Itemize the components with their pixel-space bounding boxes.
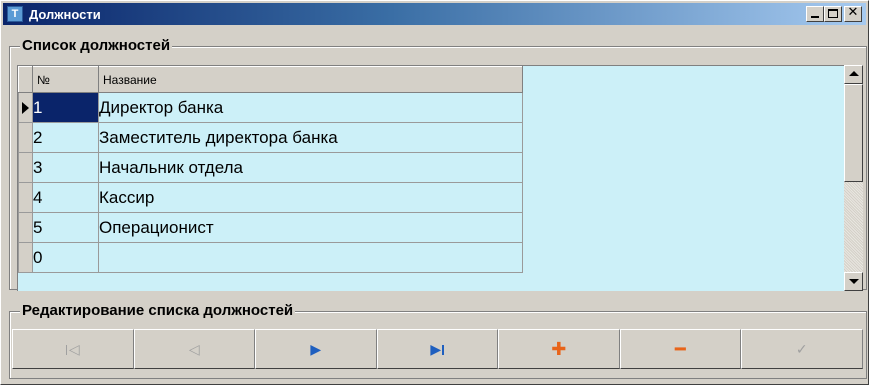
positions-list-title: Список должностей [20, 37, 173, 54]
delete-record-button[interactable]: ━ [619, 329, 741, 369]
cell-name[interactable]: Начальник отдела [98, 152, 523, 183]
close-button[interactable]: ✕ [844, 5, 862, 22]
table-row[interactable]: 4 Кассир [18, 182, 523, 213]
cell-number[interactable]: 0 [32, 242, 99, 273]
cell-name[interactable]: Директор банка [98, 92, 523, 123]
delete-record-icon: ━ [674, 339, 686, 359]
arrow-up-icon [849, 71, 859, 76]
title-bar[interactable]: T Должности ✕ [3, 3, 866, 25]
table-row[interactable]: 2 Заместитель директора банка [18, 122, 523, 153]
edit-list-title: Редактирование списка должностей [20, 302, 296, 319]
record-navigator: ◁ ◁ ▶ ▶ ✚ ━ ✓ [12, 329, 863, 369]
cell-number[interactable]: 5 [32, 212, 99, 243]
cell-name[interactable]: Операционист [98, 212, 523, 243]
maximize-icon [828, 9, 838, 18]
row-indicator [18, 122, 33, 153]
cell-name[interactable]: Кассир [98, 182, 523, 213]
row-indicator [18, 212, 33, 243]
cell-number[interactable]: 2 [32, 122, 99, 153]
positions-grid[interactable]: № Название 1 Директор банка 2 Заместител… [17, 65, 863, 291]
close-icon: ✕ [847, 5, 859, 20]
post-edit-button[interactable]: ✓ [741, 329, 863, 369]
scroll-down-button[interactable] [844, 272, 863, 291]
column-header-number[interactable]: № [32, 66, 99, 93]
vertical-scrollbar[interactable] [844, 65, 863, 291]
positions-window: T Должности ✕ Список должностей № Назван… [0, 0, 869, 385]
table-row[interactable]: 1 Директор банка [18, 92, 523, 123]
scroll-up-button[interactable] [844, 65, 863, 84]
first-record-button[interactable]: ◁ [12, 329, 134, 369]
cell-number[interactable]: 4 [32, 182, 99, 213]
scroll-thumb[interactable] [844, 84, 863, 182]
row-indicator [18, 152, 33, 183]
insert-record-button[interactable]: ✚ [498, 329, 620, 369]
arrow-down-icon [849, 279, 859, 284]
maximize-button[interactable] [824, 6, 842, 22]
first-record-icon: ◁ [65, 342, 80, 356]
cell-number[interactable]: 1 [32, 92, 99, 123]
app-icon: T [7, 6, 23, 22]
minimize-button[interactable] [806, 6, 824, 22]
next-record-icon: ▶ [310, 341, 322, 357]
window-title: Должности [29, 6, 101, 22]
window-controls: ✕ [806, 5, 862, 22]
table-header-row: № Название [18, 66, 523, 93]
table-row[interactable]: 5 Операционист [18, 212, 523, 243]
table-row[interactable]: 3 Начальник отдела [18, 152, 523, 183]
indicator-header [18, 66, 33, 93]
row-indicator [18, 242, 33, 273]
next-record-button[interactable]: ▶ [255, 329, 377, 369]
cell-name[interactable]: Заместитель директора банка [98, 122, 523, 153]
positions-table: № Название 1 Директор банка 2 Заместител… [18, 66, 523, 273]
cell-name[interactable] [98, 242, 523, 273]
last-record-icon: ▶ [430, 342, 445, 356]
column-header-name[interactable]: Название [98, 66, 523, 93]
cell-number[interactable]: 3 [32, 152, 99, 183]
insert-record-icon: ✚ [551, 339, 567, 359]
row-indicator [18, 182, 33, 213]
table-row[interactable]: 0 [18, 242, 523, 273]
prior-record-icon: ◁ [188, 341, 200, 357]
row-indicator [18, 92, 33, 123]
prior-record-button[interactable]: ◁ [133, 329, 255, 369]
current-row-arrow-icon [22, 102, 29, 114]
last-record-button[interactable]: ▶ [376, 329, 498, 369]
minimize-icon [811, 16, 819, 18]
post-edit-icon: ✓ [795, 341, 808, 357]
